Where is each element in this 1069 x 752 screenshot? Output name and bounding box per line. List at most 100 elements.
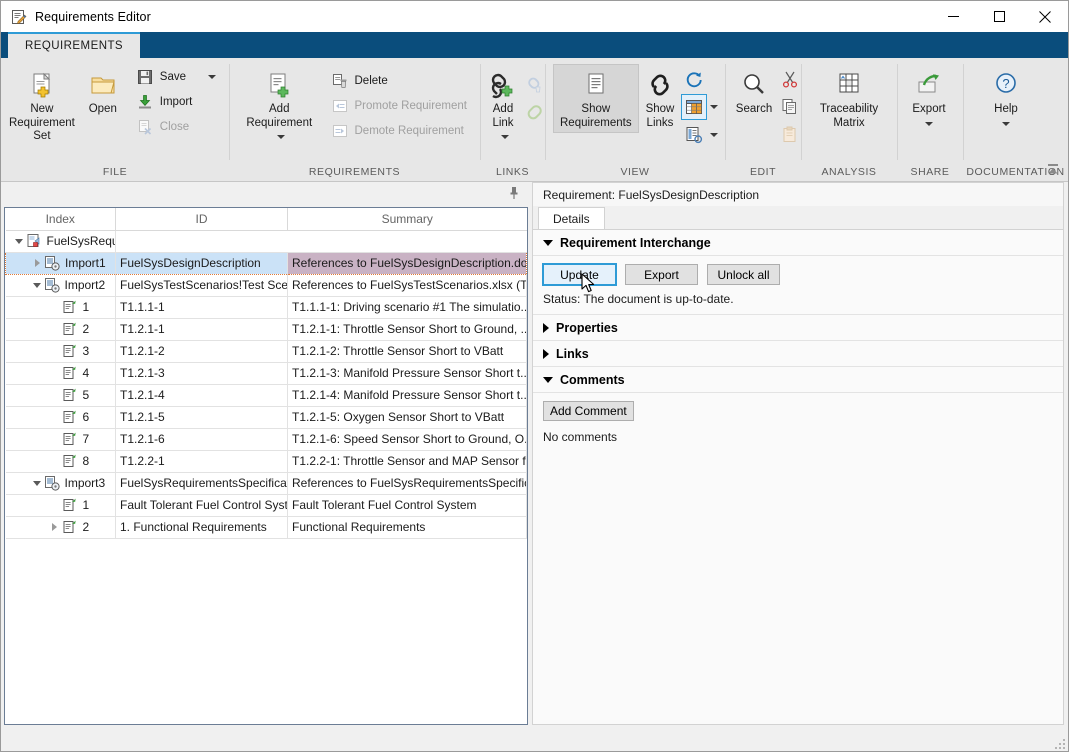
demote-requirement-button[interactable]: Demote Requirement — [324, 119, 475, 143]
promote-requirement-button[interactable]: Promote Requirement — [324, 94, 475, 118]
cell-id[interactable]: T1.2.1-1 — [116, 318, 288, 340]
refresh-icon[interactable] — [681, 66, 707, 92]
cell-id[interactable]: T1.2.1-4 — [116, 384, 288, 406]
table-row[interactable]: 4T1.2.1-3T1.2.1-3: Manifold Pressure Sen… — [6, 362, 527, 384]
section-properties[interactable]: Properties — [533, 315, 1063, 341]
cell-index[interactable]: 7 — [6, 428, 116, 450]
cell-index[interactable]: 2 — [6, 318, 116, 340]
chevron-down-icon[interactable] — [501, 135, 509, 139]
cell-index[interactable]: 1 — [6, 296, 116, 318]
chevron-down-icon[interactable] — [1002, 122, 1010, 126]
cell-index[interactable]: 4 — [6, 362, 116, 384]
cell-id[interactable]: FuelSysRequirementsSpecification — [116, 472, 288, 494]
cell-index[interactable]: 5 — [6, 384, 116, 406]
cell-summary[interactable]: Fault Tolerant Fuel Control System — [288, 494, 527, 516]
tree-twisty-icon[interactable] — [48, 523, 62, 531]
section-requirement-interchange[interactable]: Requirement Interchange — [533, 230, 1063, 256]
column-header-summary[interactable]: Summary — [288, 208, 527, 230]
table-row[interactable]: Import2FuelSysTestScenarios!Test Scen...… — [6, 274, 527, 296]
tree-twisty-icon[interactable] — [12, 239, 26, 244]
close-icon[interactable] — [1022, 1, 1068, 32]
help-button[interactable]: ? Help — [985, 64, 1027, 133]
unlock-all-button[interactable]: Unlock all — [707, 264, 780, 285]
cell-index[interactable]: 1 — [6, 494, 116, 516]
cell-summary[interactable]: T1.2.1-6: Speed Sensor Short to Ground, … — [288, 428, 527, 450]
cell-index[interactable]: 2 — [6, 516, 116, 538]
columns-icon[interactable] — [681, 94, 707, 120]
cell-summary[interactable]: T1.2.1-5: Oxygen Sensor Short to VBatt — [288, 406, 527, 428]
cell-id[interactable]: FuelSysTestScenarios!Test Scen... — [116, 274, 288, 296]
export-interchange-button[interactable]: Export — [625, 264, 698, 285]
cell-index[interactable]: 8 — [6, 450, 116, 472]
table-row[interactable]: 21. Functional RequirementsFunctional Re… — [6, 516, 527, 538]
cell-id[interactable]: T1.2.1-2 — [116, 340, 288, 362]
maximize-icon[interactable] — [976, 1, 1022, 32]
cell-summary[interactable]: T1.2.1-4: Manifold Pressure Sensor Short… — [288, 384, 527, 406]
cell-id[interactable]: Fault Tolerant Fuel Control System — [116, 494, 288, 516]
tree-twisty-icon[interactable] — [30, 481, 44, 486]
cell-summary[interactable]: T1.2.1-1: Throttle Sensor Short to Groun… — [288, 318, 527, 340]
cell-id[interactable]: FuelSysDesignDescription — [116, 252, 288, 274]
table-row[interactable]: 6T1.2.1-5T1.2.1-5: Oxygen Sensor Short t… — [6, 406, 527, 428]
table-row[interactable]: 8T1.2.2-1T1.2.2-1: Throttle Sensor and M… — [6, 450, 527, 472]
import-button[interactable]: Import — [129, 90, 223, 114]
table-row[interactable]: 3T1.2.1-2T1.2.1-2: Throttle Sensor Short… — [6, 340, 527, 362]
section-comments[interactable]: Comments — [533, 367, 1063, 393]
table-row[interactable]: 1T1.1.1-1T1.1.1-1: Driving scenario #1 T… — [6, 296, 527, 318]
traceability-matrix-button[interactable]: Traceability Matrix — [809, 64, 889, 133]
add-link-button[interactable]: Add Link — [484, 64, 522, 147]
cell-index[interactable]: Import3 — [6, 472, 116, 494]
collapse-ribbon-icon[interactable] — [1042, 159, 1064, 179]
update-button[interactable]: Update — [543, 264, 616, 285]
cell-index[interactable]: Import1 — [6, 252, 116, 274]
close-document-button[interactable]: Close — [129, 115, 223, 139]
cell-id[interactable] — [116, 230, 288, 252]
section-links[interactable]: Links — [533, 341, 1063, 367]
add-requirement-button[interactable]: Add Requirement — [235, 64, 324, 147]
cell-summary[interactable]: T1.1.1-1: Driving scenario #1 The simula… — [288, 296, 527, 318]
cell-summary[interactable]: T1.2.1-3: Manifold Pressure Sensor Short… — [288, 362, 527, 384]
cell-index[interactable]: Import2 — [6, 274, 116, 296]
cell-summary[interactable]: References to FuelSysTestScenarios.xlsx … — [288, 274, 527, 296]
chevron-down-icon[interactable] — [710, 105, 718, 109]
cell-summary[interactable]: References to FuelSysRequirementsSpecifi… — [288, 472, 527, 494]
table-row[interactable]: Import3FuelSysRequirementsSpecificationR… — [6, 472, 527, 494]
column-header-id[interactable]: ID — [116, 208, 288, 230]
minimize-icon[interactable] — [930, 1, 976, 32]
cell-index[interactable]: 3 — [6, 340, 116, 362]
column-header-index[interactable]: Index — [6, 208, 116, 230]
search-button[interactable]: Search — [731, 64, 777, 120]
cell-summary[interactable]: T1.2.1-2: Throttle Sensor Short to VBatt — [288, 340, 527, 362]
add-comment-button[interactable]: Add Comment — [543, 401, 634, 421]
tab-requirements[interactable]: REQUIREMENTS — [8, 32, 140, 58]
cell-summary[interactable]: References to FuelSysDesignDescription.d… — [288, 252, 527, 274]
cell-id[interactable]: T1.2.1-3 — [116, 362, 288, 384]
table-row[interactable]: 5T1.2.1-4T1.2.1-4: Manifold Pressure Sen… — [6, 384, 527, 406]
cell-id[interactable]: 1. Functional Requirements — [116, 516, 288, 538]
paste-icon[interactable] — [777, 122, 803, 148]
table-row[interactable]: 7T1.2.1-6T1.2.1-6: Speed Sensor Short to… — [6, 428, 527, 450]
chevron-down-icon[interactable] — [925, 122, 933, 126]
table-row[interactable]: 2T1.2.1-1T1.2.1-1: Throttle Sensor Short… — [6, 318, 527, 340]
cell-id[interactable]: T1.2.1-5 — [116, 406, 288, 428]
resize-grip-icon[interactable] — [1053, 737, 1065, 749]
copy-icon[interactable] — [777, 94, 803, 120]
new-requirement-set-button[interactable]: New Requirement Set — [7, 64, 77, 147]
requirements-table-container[interactable]: Index ID Summary FuelSysRequirementsImpo… — [4, 207, 528, 725]
chevron-down-icon[interactable] — [277, 135, 285, 139]
tab-details[interactable]: Details — [538, 207, 605, 229]
cell-id[interactable]: T1.2.1-6 — [116, 428, 288, 450]
show-requirements-button[interactable]: Show Requirements — [553, 64, 639, 133]
chevron-down-icon[interactable] — [208, 75, 216, 79]
cell-id[interactable]: T1.1.1-1 — [116, 296, 288, 318]
cut-icon[interactable] — [777, 66, 803, 92]
tree-twisty-icon[interactable] — [30, 283, 44, 288]
layout-icon[interactable] — [681, 122, 707, 148]
pin-icon[interactable] — [508, 186, 520, 203]
export-button[interactable]: Export — [905, 64, 953, 133]
cell-summary[interactable]: Functional Requirements — [288, 516, 527, 538]
chevron-down-icon[interactable] — [710, 133, 718, 137]
cell-summary[interactable]: T1.2.2-1: Throttle Sensor and MAP Sensor… — [288, 450, 527, 472]
cell-summary[interactable] — [288, 230, 527, 252]
show-links-button[interactable]: Show Links — [639, 64, 682, 133]
